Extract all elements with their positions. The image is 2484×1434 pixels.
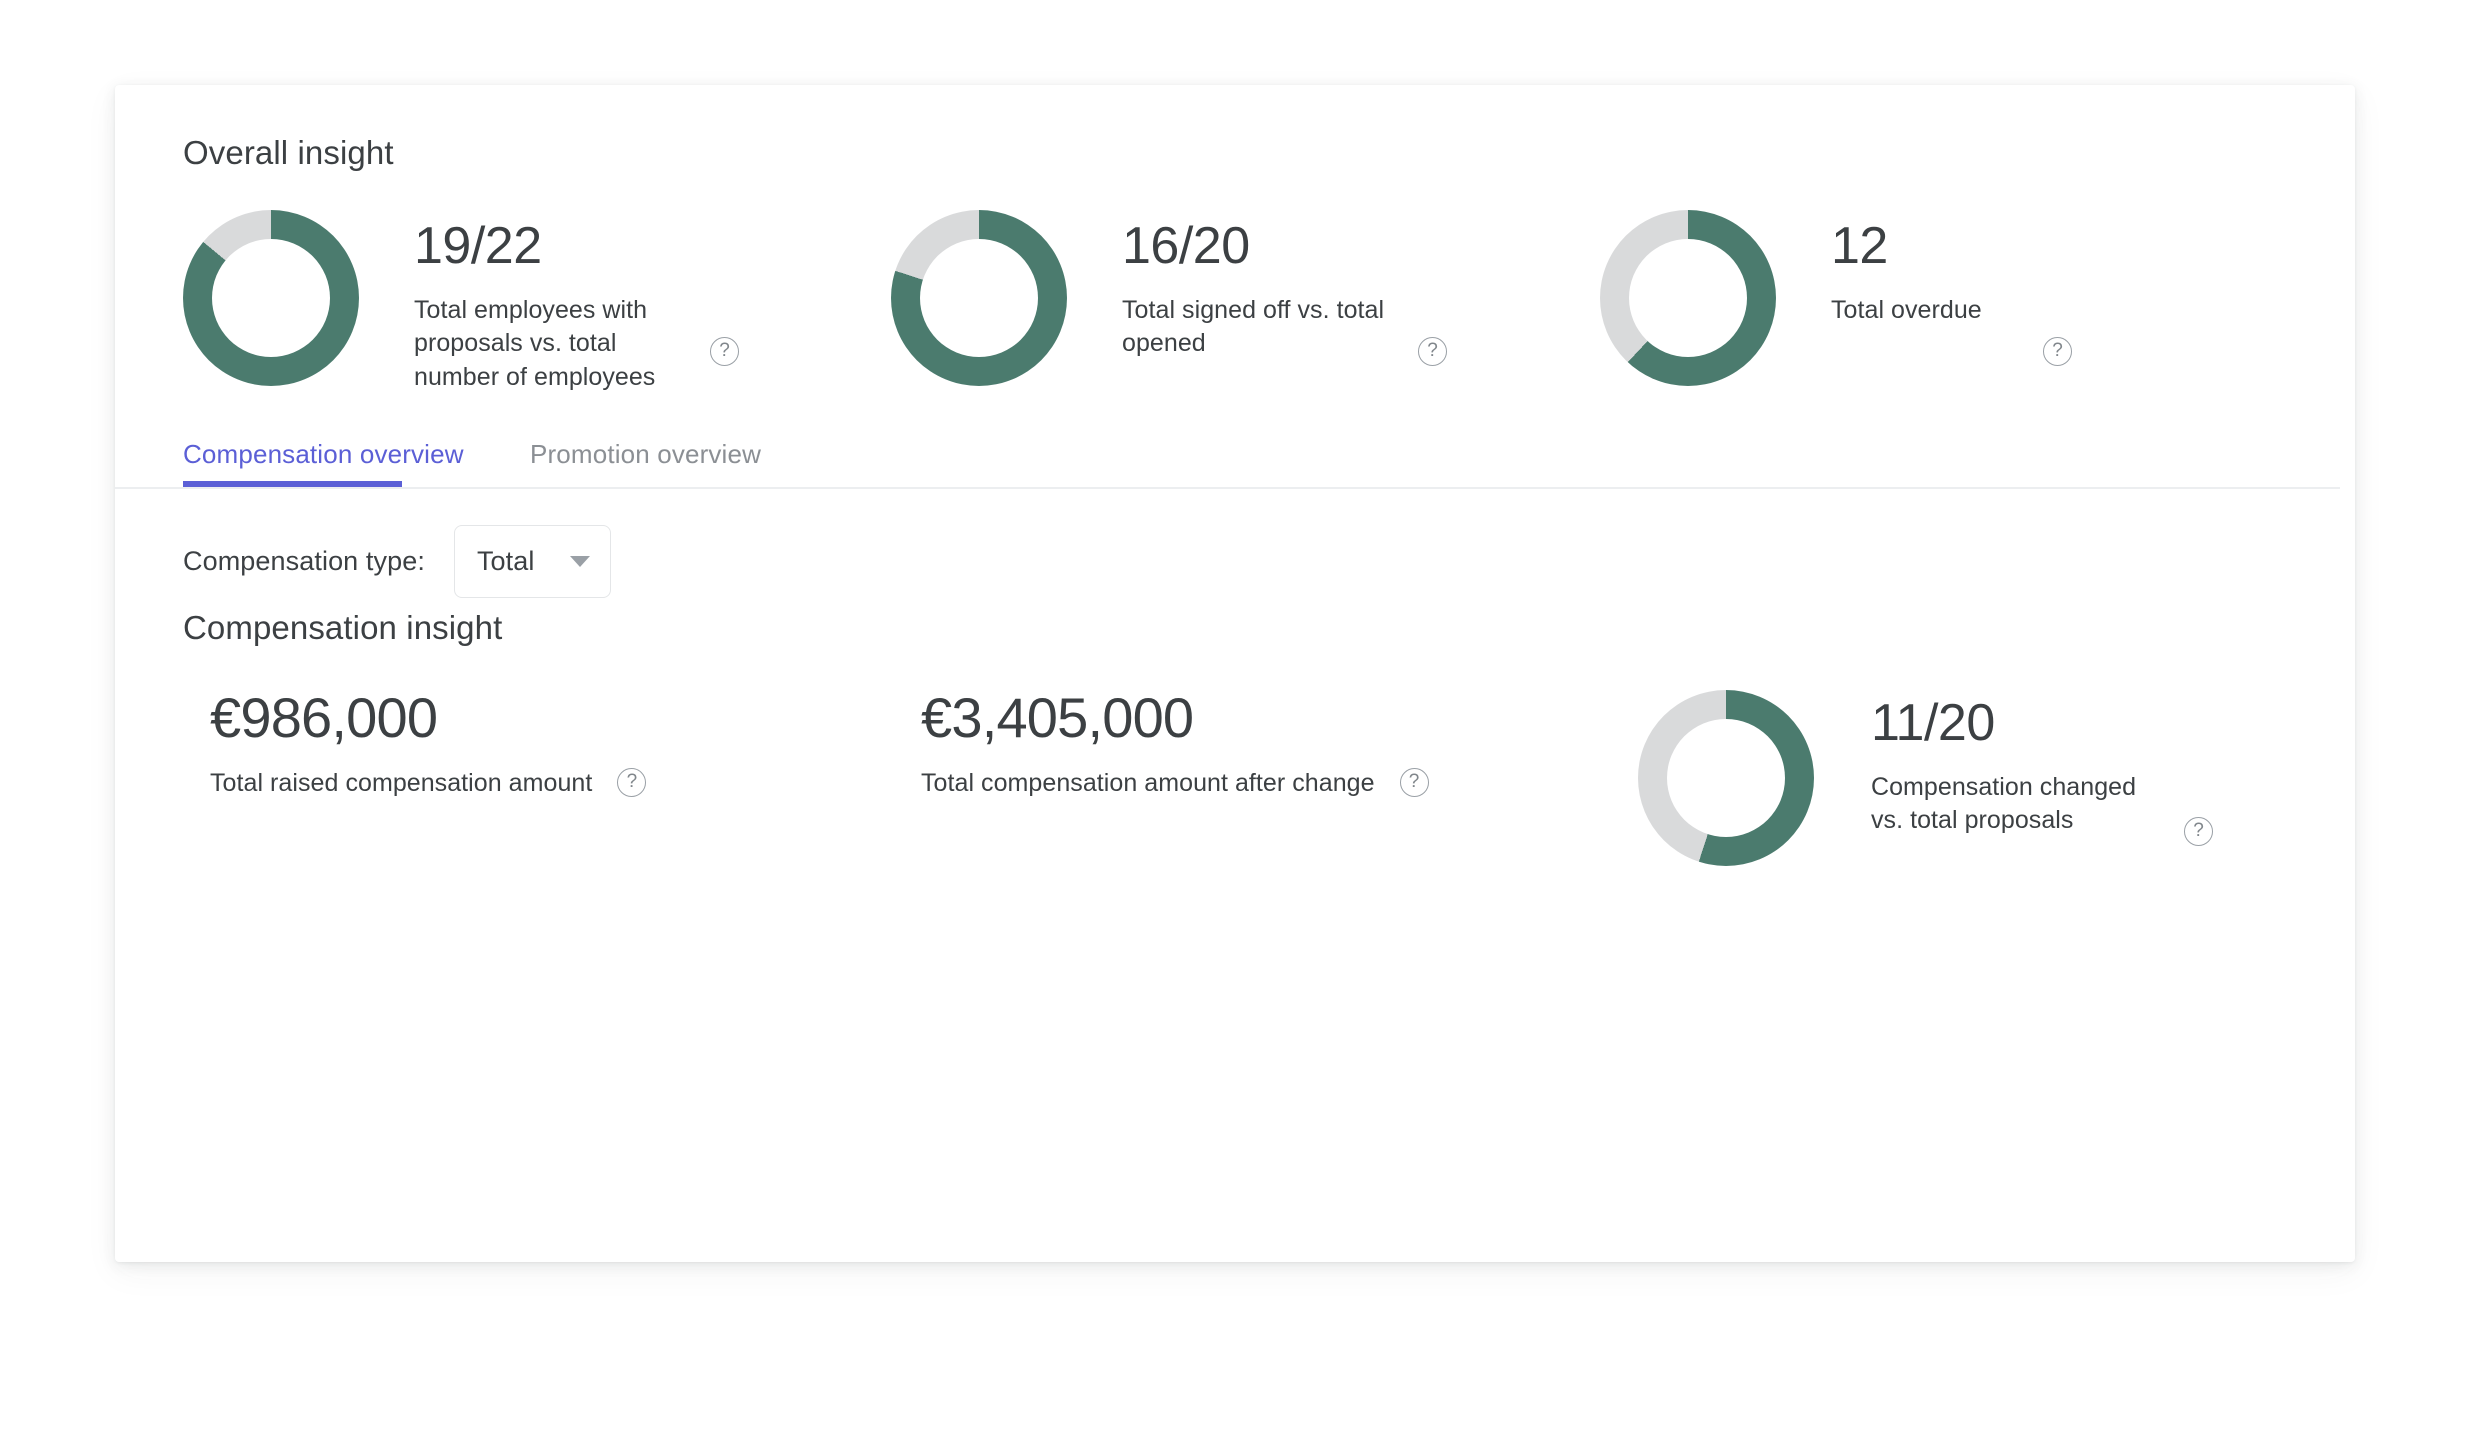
donut-chart-compensation-changed (1638, 690, 1814, 866)
stat-value: 19/22 (414, 217, 542, 275)
donut-chart-total-overdue (1600, 210, 1776, 386)
stat-card-total-overdue: 12 Total overdue ? (1600, 210, 2072, 386)
stat-label: Total overdue (1831, 296, 1982, 324)
stat-label: Total signed off vs. total opened (1122, 296, 1385, 358)
stat-card-total-raised-compensation: €986,000 Total raised compensation amoun… (210, 686, 647, 800)
stat-value: €3,405,000 (921, 686, 1194, 749)
stat-label: Total compensation amount after change (921, 769, 1375, 797)
stat-card-total-compensation-after-change: €3,405,000 Total compensation amount aft… (921, 690, 1429, 800)
stat-card-signed-off: 16/20 Total signed off vs. total opened … (891, 210, 1447, 386)
overall-insight-title: Overall insight (183, 134, 394, 171)
chevron-down-icon (569, 556, 590, 567)
help-circle-icon[interactable]: ? (1418, 337, 1447, 366)
compensation-type-select[interactable]: Total (453, 525, 611, 598)
help-circle-icon[interactable]: ? (1399, 768, 1429, 797)
donut-chart-signed-off (891, 210, 1067, 386)
stat-label: Total employees with proposals vs. total… (414, 296, 656, 391)
stat-value: 11/20 (1871, 694, 1995, 752)
stat-label: Compensation changed vs. total proposals (1871, 773, 2137, 835)
stat-value: 12 (1831, 217, 1888, 275)
stat-value: €986,000 (210, 686, 438, 749)
tab-compensation-overview[interactable]: Compensation overview (183, 430, 464, 478)
stat-label: Total raised compensation amount (210, 769, 593, 797)
tab-bar: Compensation overview Promotion overview (115, 430, 2355, 489)
compensation-type-value: Total (476, 546, 535, 576)
help-circle-icon[interactable]: ? (617, 768, 647, 797)
stat-value: 16/20 (1122, 217, 1250, 275)
page-root: Overall insight 19/22 Total employees wi… (0, 0, 2484, 1434)
tab-divider (115, 487, 2340, 489)
tab-promotion-overview[interactable]: Promotion overview (530, 430, 761, 478)
insights-card: Overall insight 19/22 Total employees wi… (115, 85, 2355, 1262)
compensation-insight-title: Compensation insight (183, 609, 503, 646)
donut-chart-employees-with-proposals (183, 210, 359, 386)
help-circle-icon[interactable]: ? (710, 337, 739, 366)
help-circle-icon[interactable]: ? (2043, 337, 2072, 366)
compensation-type-filter: Compensation type: Total (183, 525, 611, 598)
stat-card-compensation-changed: 11/20 Compensation changed vs. total pro… (1638, 690, 2213, 866)
stat-card-employees-with-proposals: 19/22 Total employees with proposals vs.… (183, 210, 739, 394)
compensation-type-label: Compensation type: (183, 546, 425, 576)
help-circle-icon[interactable]: ? (2184, 817, 2213, 846)
